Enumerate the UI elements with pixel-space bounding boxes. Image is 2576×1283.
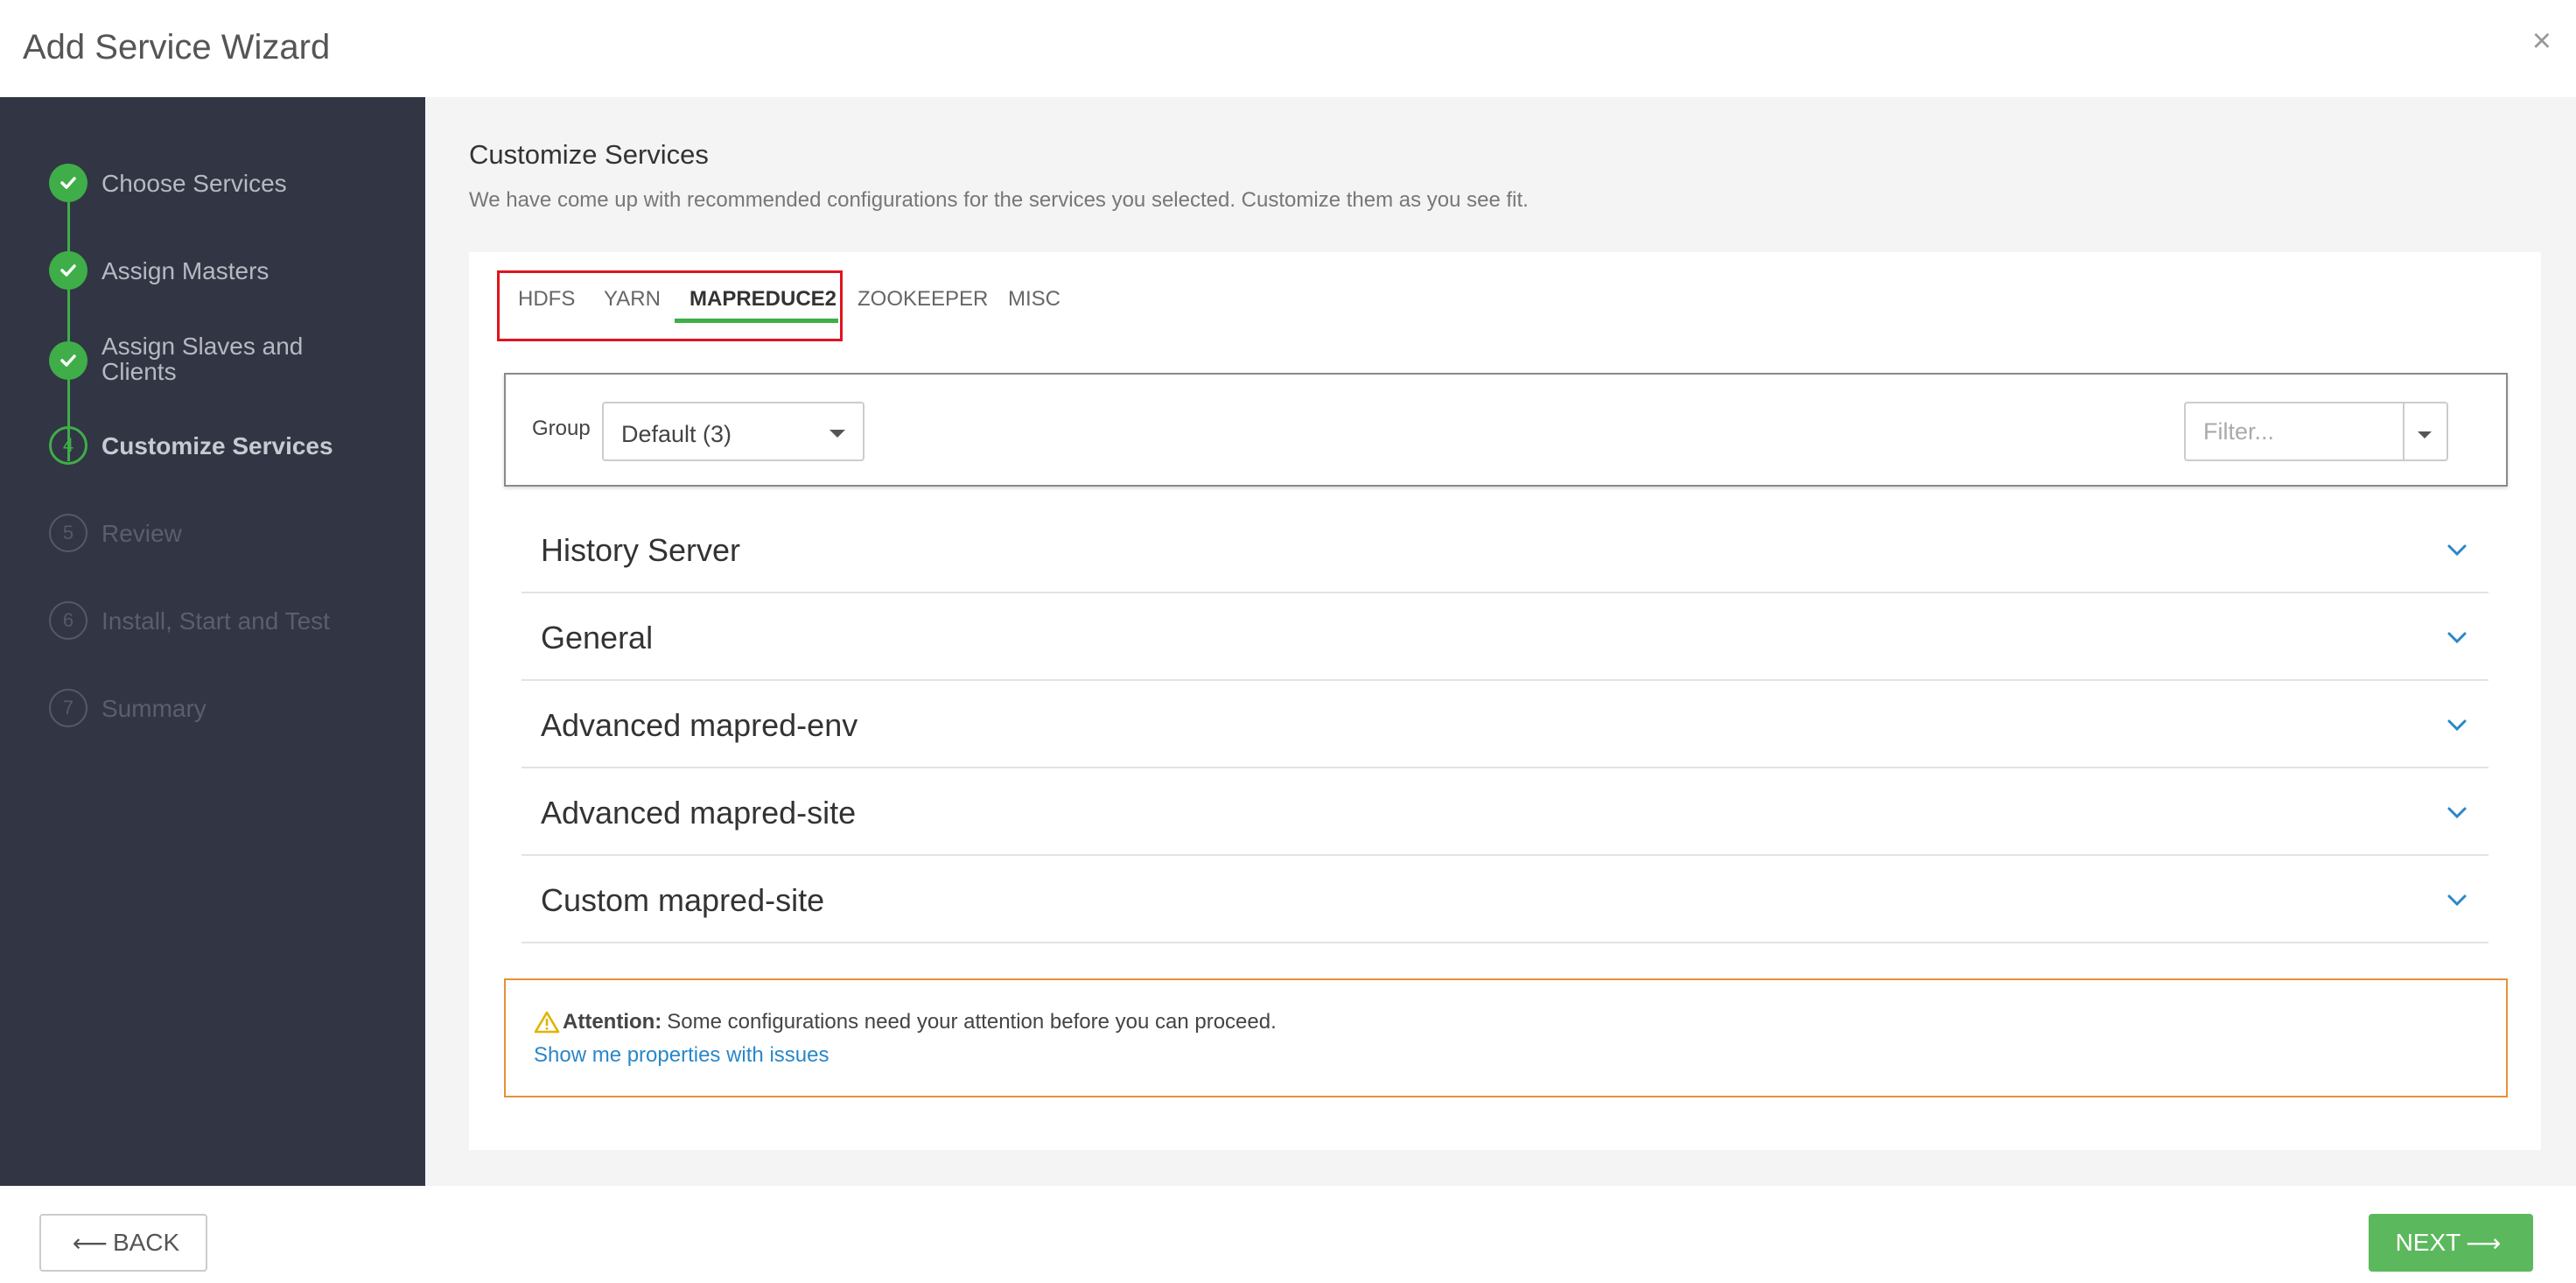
alert-strong: Attention: — [563, 1010, 662, 1034]
next-label: NEXT — [2395, 1229, 2461, 1256]
step-label: Install, Start and Test — [102, 607, 330, 634]
step-label: Summary — [102, 695, 206, 722]
section-title: General — [541, 620, 654, 656]
page-subtitle: We have come up with recommended configu… — [469, 188, 1529, 212]
step-review: 5 Review — [0, 507, 425, 559]
warning-icon — [534, 1011, 560, 1034]
step-number-marker: 4 — [49, 426, 88, 465]
arrow-right-icon: ⟶ — [2466, 1229, 2502, 1257]
arrow-left-icon: ⟵ — [72, 1229, 108, 1257]
step-assign-masters[interactable]: Assign Masters — [0, 244, 425, 297]
config-panel: HDFS YARN MAPREDUCE2 ZOOKEEPER MISC Grou… — [469, 252, 2541, 1150]
chevron-down-icon — [2447, 632, 2467, 644]
section-title: History Server — [541, 532, 741, 568]
step-customize-services[interactable]: 4 Customize Services — [0, 419, 425, 472]
chevron-down-icon — [2447, 719, 2467, 732]
tab-mapreduce2[interactable]: MAPREDUCE2 — [690, 287, 836, 312]
tab-yarn[interactable]: YARN — [604, 287, 661, 312]
wizard-footer: ⟵ BACK NEXT ⟶ — [0, 1186, 2576, 1283]
attention-alert: Attention: Some configurations need your… — [504, 978, 2508, 1097]
group-label: Group — [532, 417, 591, 440]
tab-misc[interactable]: MISC — [1008, 287, 1060, 312]
step-number-marker: 6 — [49, 601, 88, 640]
check-icon — [49, 164, 88, 202]
chevron-down-icon — [2447, 807, 2467, 819]
show-issues-link[interactable]: Show me properties with issues — [534, 1043, 829, 1068]
config-filter-bar: Group Default (3) — [504, 373, 2508, 487]
chevron-down-icon — [2447, 544, 2467, 557]
caret-down-icon — [2418, 431, 2432, 438]
main-content: Customize Services We have come up with … — [425, 97, 2576, 1186]
check-icon — [49, 341, 88, 380]
active-tab-underline — [675, 319, 838, 323]
step-label: Review — [102, 520, 182, 547]
step-number-marker: 5 — [49, 514, 88, 552]
wizard-title: Add Service Wizard — [23, 28, 331, 67]
close-icon[interactable]: × — [2532, 25, 2552, 58]
filter-dropdown-button[interactable] — [2403, 402, 2448, 461]
step-assign-slaves-clients[interactable]: Assign Slaves and Clients — [0, 332, 425, 402]
check-icon — [49, 251, 88, 290]
section-history-server[interactable]: History Server — [522, 506, 2488, 593]
chevron-down-icon — [2447, 894, 2467, 907]
section-advanced-mapred-site[interactable]: Advanced mapred-site — [522, 768, 2488, 856]
step-number-marker: 7 — [49, 689, 88, 727]
group-select-value: Default (3) — [621, 421, 732, 447]
alert-text: Some configurations need your attention … — [667, 1010, 1277, 1034]
next-button[interactable]: NEXT ⟶ — [2369, 1214, 2533, 1272]
page-title: Customize Services — [469, 139, 709, 170]
step-choose-services[interactable]: Choose Services — [0, 157, 425, 209]
step-label: Assign Slaves and Clients — [102, 333, 304, 385]
section-title: Advanced mapred-env — [541, 707, 858, 743]
section-advanced-mapred-env[interactable]: Advanced mapred-env — [522, 681, 2488, 768]
section-custom-mapred-site[interactable]: Custom mapred-site — [522, 856, 2488, 943]
wizard-header: Add Service Wizard × — [0, 0, 2576, 97]
wizard-steps-sidebar: Choose Services Assign Masters Assign Sl… — [0, 97, 425, 1186]
step-summary: 7 Summary — [0, 682, 425, 734]
back-label: BACK — [112, 1229, 180, 1256]
step-label: Customize Services — [102, 432, 333, 459]
section-title: Custom mapred-site — [541, 882, 825, 918]
section-title: Advanced mapred-site — [541, 795, 857, 831]
filter-input[interactable] — [2184, 402, 2404, 461]
section-general[interactable]: General — [522, 593, 2488, 681]
alert-message-line: Attention: Some configurations need your… — [534, 1010, 1277, 1034]
tab-zookeeper[interactable]: ZOOKEEPER — [858, 287, 988, 312]
step-label: Choose Services — [102, 170, 287, 197]
step-install-start-test: 6 Install, Start and Test — [0, 594, 425, 647]
step-label: Assign Masters — [102, 257, 270, 284]
group-select[interactable]: Default (3) — [602, 402, 864, 461]
tab-hdfs[interactable]: HDFS — [518, 287, 575, 312]
caret-down-icon — [830, 430, 845, 438]
back-button[interactable]: ⟵ BACK — [39, 1214, 207, 1272]
